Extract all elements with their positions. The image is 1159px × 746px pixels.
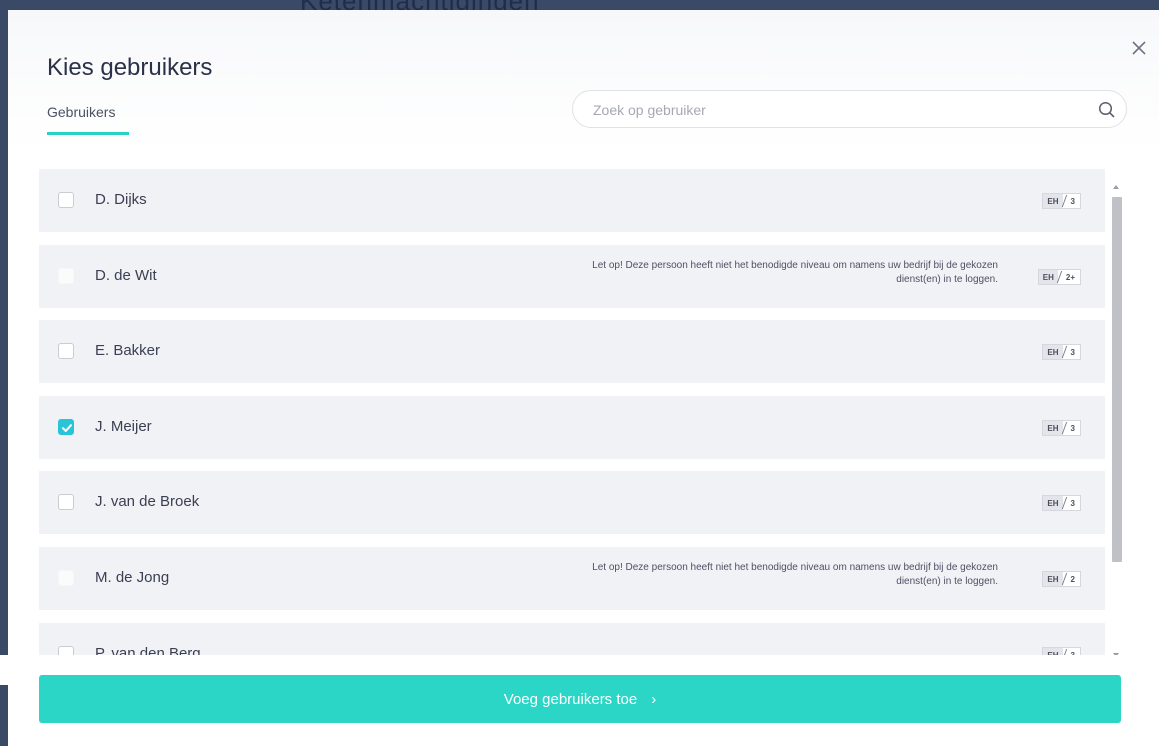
level-badge: EH 2 xyxy=(1042,571,1081,587)
badge-level: 3 xyxy=(1063,345,1080,359)
list-scrollbar[interactable] xyxy=(1108,179,1124,665)
user-name: D. de Wit xyxy=(95,267,157,284)
search-input[interactable] xyxy=(591,99,1085,121)
list-item[interactable]: D. Dijks EH 3 xyxy=(39,169,1105,232)
badge-scheme: EH xyxy=(1038,270,1058,284)
add-users-button[interactable]: Voeg gebruikers toe › xyxy=(39,675,1121,723)
user-name: J. van de Broek xyxy=(95,493,200,510)
badge-level: 3 xyxy=(1063,421,1080,435)
user-name: J. Meijer xyxy=(95,418,152,435)
add-users-button-label: Voeg gebruikers toe xyxy=(503,690,638,708)
user-checkbox-disabled xyxy=(58,268,74,284)
scrollbar-thumb[interactable] xyxy=(1112,197,1122,562)
list-item: D. de Wit Let op! Deze persoon heeft nie… xyxy=(39,245,1105,308)
tab-users[interactable]: Gebruikers xyxy=(47,104,129,135)
list-item[interactable]: P. van den Berg EH 3 xyxy=(39,623,1105,655)
insufficient-level-warning: Let op! Deze persoon heeft niet het beno… xyxy=(592,260,998,285)
search-icon[interactable] xyxy=(1098,101,1116,119)
badge-scheme: EH xyxy=(1043,421,1063,435)
check-icon xyxy=(62,424,72,432)
badge-level: 3 xyxy=(1063,648,1080,656)
list-item[interactable]: J. van de Broek EH 3 xyxy=(39,471,1105,534)
badge-level: 3 xyxy=(1063,496,1080,510)
badge-scheme: EH xyxy=(1043,345,1063,359)
user-checkbox[interactable] xyxy=(58,192,74,208)
scroll-up-arrow[interactable] xyxy=(1113,185,1119,189)
badge-level: 3 xyxy=(1063,194,1080,208)
user-checkbox-disabled xyxy=(58,570,74,586)
insufficient-level-warning: Let op! Deze persoon heeft niet het beno… xyxy=(592,562,998,587)
modal-title: Kies gebruikers xyxy=(47,54,213,81)
level-badge: EH 3 xyxy=(1042,495,1081,511)
user-name: D. Dijks xyxy=(95,191,147,208)
list-item: M. de Jong Let op! Deze persoon heeft ni… xyxy=(39,547,1105,610)
user-name: P. van den Berg xyxy=(95,645,201,655)
close-icon xyxy=(1132,41,1146,55)
user-checkbox[interactable] xyxy=(58,343,74,359)
user-list: D. Dijks EH 3 D. de Wit Let op! Deze per… xyxy=(39,169,1119,655)
chevron-right-icon: › xyxy=(651,690,657,708)
user-checkbox[interactable] xyxy=(58,646,74,655)
close-button[interactable] xyxy=(1127,36,1151,60)
level-badge: EH 3 xyxy=(1042,344,1081,360)
badge-scheme: EH xyxy=(1043,194,1063,208)
level-badge: EH 2+ xyxy=(1037,269,1081,285)
level-badge: EH 3 xyxy=(1042,647,1081,655)
badge-scheme: EH xyxy=(1043,496,1063,510)
user-name: M. de Jong xyxy=(95,569,170,586)
list-item[interactable]: E. Bakker EH 3 xyxy=(39,320,1105,383)
badge-level: 2 xyxy=(1063,572,1080,586)
list-item[interactable]: J. Meijer EH 3 xyxy=(39,396,1105,459)
user-checkbox-checked[interactable] xyxy=(58,419,74,435)
level-badge: EH 3 xyxy=(1042,420,1081,436)
badge-level: 2+ xyxy=(1058,270,1080,284)
level-badge: EH 3 xyxy=(1042,193,1081,209)
user-name: E. Bakker xyxy=(95,342,161,359)
badge-scheme: EH xyxy=(1043,572,1063,586)
search-box xyxy=(572,90,1127,128)
badge-scheme: EH xyxy=(1043,648,1063,655)
user-checkbox[interactable] xyxy=(58,494,74,510)
